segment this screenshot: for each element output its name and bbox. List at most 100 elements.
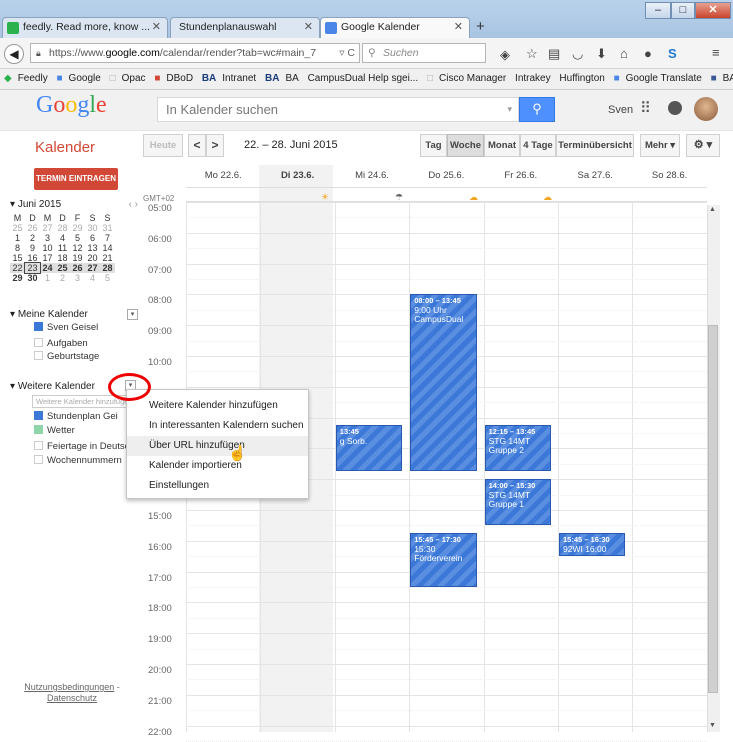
bookmark-huffington[interactable]: Huffington [559,73,604,84]
mini-day[interactable]: 29 [70,223,85,233]
close-icon[interactable]: ✕ [454,18,463,37]
bookmark-ba[interactable]: BA [285,73,298,84]
day-header[interactable]: Fr 26.6. [484,170,558,181]
chat-icon[interactable]: ● [644,46,652,61]
calendar-event[interactable]: 14:00 – 15:30 STG 14MT Gruppe 1 [484,479,551,526]
mini-day[interactable]: 25 [55,263,70,273]
mini-day[interactable]: 18 [55,253,70,263]
privacy-link[interactable]: Datenschutz [47,693,97,703]
maximize-button[interactable]: □ [671,2,695,19]
pocket-icon[interactable]: ◡ [572,46,583,62]
bookmark-intranet[interactable]: Intranet [222,73,256,84]
avatar[interactable] [694,97,718,121]
mini-day[interactable]: 27 [85,263,100,273]
settings-gear-button[interactable]: ⚙ ▾ [686,134,720,157]
scroll-up-icon[interactable]: ▲ [709,206,716,213]
mini-day[interactable]: 26 [25,223,40,233]
mini-day-today[interactable]: 23 [24,262,41,274]
more-button[interactable]: Mehr ▾ [640,134,680,157]
calendar-search-input[interactable]: In Kalender suchen ▾ [157,97,519,122]
mini-day[interactable]: 21 [100,253,115,263]
window-close-button[interactable]: ✕ [695,2,731,19]
view-week-button[interactable]: Woche [447,134,484,157]
tab-stundenplan[interactable]: Stundenplanauswahl ✕ [170,17,320,38]
menu-icon[interactable]: ≡ [712,45,720,60]
search-button[interactable]: ⚲ [519,97,555,122]
bookmark-campusdual[interactable]: CampusDual Help sgei... [308,73,419,84]
menu-item-settings[interactable]: Einstellungen [127,476,308,496]
notifications-icon[interactable] [668,101,682,115]
mini-day[interactable]: 28 [100,263,115,273]
mini-day[interactable]: 3 [40,233,55,243]
minimize-button[interactable]: – [645,2,671,19]
bookmark-cisco[interactable]: Cisco Manager [439,73,506,84]
next-week-button[interactable]: > [206,134,224,157]
view-agenda-button[interactable]: Terminübersicht [556,134,634,157]
menu-item-browse-calendars[interactable]: In interessanten Kalendern suchen [127,416,308,436]
mini-day[interactable]: 4 [55,233,70,243]
apps-grid-icon[interactable]: ⠿ [640,99,651,117]
mini-day[interactable]: 14 [100,243,115,253]
mini-day[interactable]: 22 [10,263,25,273]
calendar-item-sven-geisel[interactable]: Sven Geisel [34,322,98,333]
mini-day[interactable]: 29 [10,273,25,283]
day-header[interactable]: Mi 24.6. [335,170,409,181]
scrollbar-thumb[interactable] [708,325,718,693]
day-header[interactable]: Mo 22.6. [186,170,260,181]
user-name[interactable]: Sven [608,104,633,116]
mini-day[interactable]: 6 [85,233,100,243]
mini-day[interactable]: 13 [85,243,100,253]
mini-day[interactable]: 10 [40,243,55,253]
create-event-button[interactable]: TERMIN EINTRAGEN [34,168,118,190]
mini-day[interactable]: 17 [40,253,55,263]
calendar-event[interactable]: 08:00 – 13:45 9:00 Uhr CampusDual [410,294,477,472]
addon-icon[interactable]: ◈ [500,47,510,63]
menu-item-add-by-url[interactable]: Über URL hinzufügen [127,436,308,456]
mini-day[interactable]: 5 [100,273,115,283]
day-header[interactable]: Di 23.6. [260,170,334,181]
day-column[interactable] [632,202,707,732]
mini-day[interactable]: 9 [25,243,40,253]
mini-day[interactable]: 31 [100,223,115,233]
star-icon[interactable]: ☆ [526,46,538,62]
mini-day[interactable]: 28 [55,223,70,233]
today-button[interactable]: Heute [143,134,183,157]
reload-icon[interactable]: ▿ C [339,44,355,62]
bookmark-dbod[interactable]: DBoD [166,73,193,84]
new-tab-button[interactable]: + [476,18,485,35]
browser-search-input[interactable]: ⚲ Suchen [362,43,486,63]
mini-day[interactable]: 5 [70,233,85,243]
sync-icon[interactable]: S [668,46,677,61]
mini-day[interactable]: 30 [85,223,100,233]
view-4days-button[interactable]: 4 Tage [520,134,556,157]
mini-day[interactable]: 15 [10,253,25,263]
prev-week-button[interactable]: < [188,134,206,157]
my-calendars-dropdown-button[interactable]: ▾ [127,309,138,320]
bookmark-feedly[interactable]: Feedly [18,73,48,84]
mini-day[interactable]: 24 [40,263,55,273]
mini-day[interactable]: 20 [85,253,100,263]
calendar-item-feiertage[interactable]: Feiertage in Deutsch [34,441,135,452]
day-header[interactable]: So 28.6. [632,170,706,181]
terms-link[interactable]: Nutzungsbedingungen [24,682,114,692]
view-month-button[interactable]: Monat [484,134,520,157]
mini-day[interactable]: 12 [70,243,85,253]
mini-calendar-nav[interactable]: ‹ › [129,199,138,210]
mini-day[interactable]: 30 [25,273,40,283]
mini-calendar-title[interactable]: ▾ Juni 2015 [10,199,142,210]
day-column[interactable] [558,202,633,732]
mini-day[interactable]: 25 [10,223,25,233]
calendar-event[interactable]: 15:45 – 17:30 15:30 Förderverein [410,533,477,587]
mini-day[interactable]: 8 [10,243,25,253]
mini-day[interactable]: 27 [40,223,55,233]
my-calendars-header[interactable]: ▾ Meine Kalender [10,309,88,320]
calendar-item-wetter[interactable]: Wetter [34,425,75,436]
mini-day[interactable]: 3 [70,273,85,283]
calendar-item-stundenplan[interactable]: Stundenplan Gei [34,411,118,422]
menu-item-import-calendar[interactable]: Kalender importieren [127,456,308,476]
menu-item-add-calendars[interactable]: Weitere Kalender hinzufügen [127,396,308,416]
other-calendars-header[interactable]: ▾ Weitere Kalender [10,381,95,392]
mini-day[interactable]: 2 [55,273,70,283]
calendar-event[interactable]: 12:15 – 13:45 STG 14MT Gruppe 2 [484,425,551,472]
calendar-event[interactable]: 15:45 – 16:30 92WI 16:00 [559,533,626,557]
